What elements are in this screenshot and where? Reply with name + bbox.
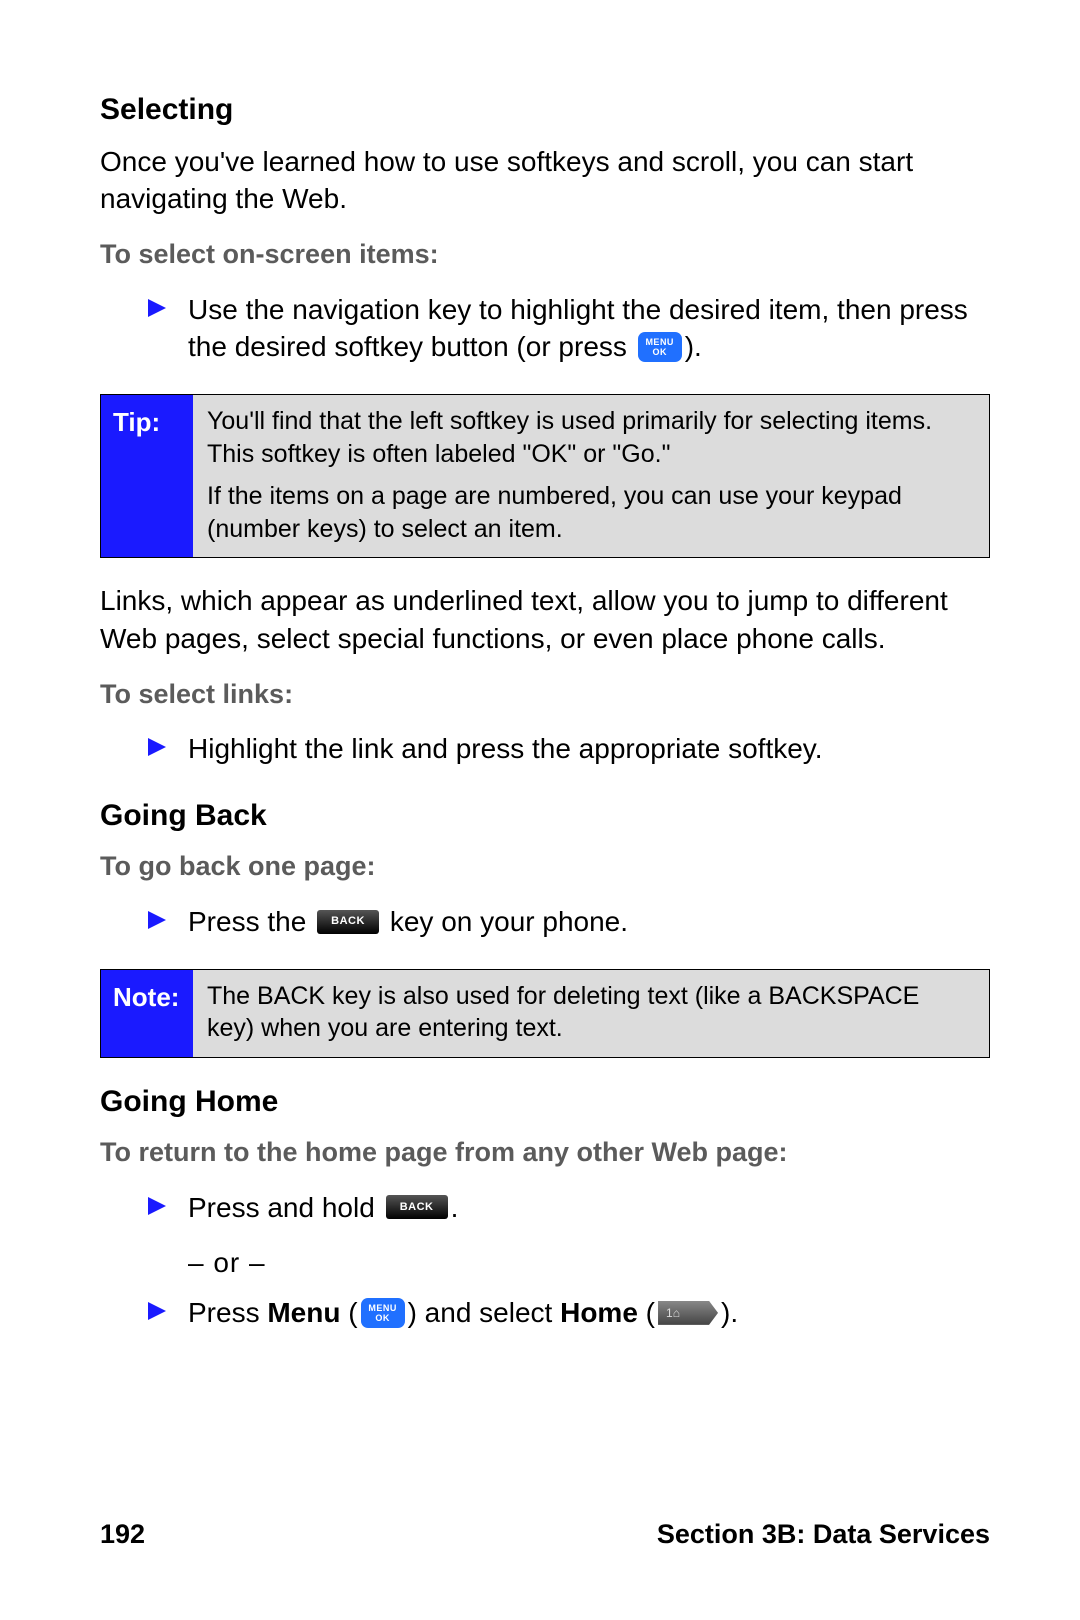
- back-key-icon: BACK: [386, 1195, 448, 1219]
- subhead-select-items: To select on-screen items:: [100, 236, 990, 272]
- tip-label: Tip:: [101, 395, 193, 557]
- tip-body: You'll find that the left softkey is use…: [193, 395, 989, 557]
- subhead-go-home: To return to the home page from any othe…: [100, 1134, 990, 1170]
- note-callout: Note: The BACK key is also used for dele…: [100, 969, 990, 1058]
- bullet-home-2: Press Menu (MENUOK) and select Home ().: [100, 1294, 990, 1332]
- bullet-triangle-icon: [148, 738, 166, 768]
- or-separator: – or –: [188, 1244, 990, 1282]
- bullet-triangle-icon: [148, 299, 166, 367]
- subhead-go-back: To go back one page:: [100, 848, 990, 884]
- heading-selecting: Selecting: [100, 90, 990, 131]
- page-number: 192: [100, 1516, 145, 1552]
- bullet-text: Press Menu (MENUOK) and select Home ().: [188, 1294, 990, 1332]
- menu-ok-key-icon: MENUOK: [361, 1298, 405, 1328]
- tip-callout: Tip: You'll find that the left softkey i…: [100, 394, 990, 558]
- menu-ok-key-icon: MENUOK: [638, 332, 682, 362]
- heading-going-home: Going Home: [100, 1082, 990, 1123]
- subhead-select-links: To select links:: [100, 676, 990, 712]
- paragraph-links: Links, which appear as underlined text, …: [100, 582, 990, 658]
- bullet-home-1: Press and hold BACK. – or –: [100, 1189, 990, 1283]
- heading-going-back: Going Back: [100, 796, 990, 837]
- page-footer: 192 Section 3B: Data Services: [100, 1516, 990, 1552]
- bullet-select-items: Use the navigation key to highlight the …: [100, 291, 990, 367]
- section-label: Section 3B: Data Services: [657, 1516, 990, 1552]
- bullet-go-back: Press the BACK key on your phone.: [100, 903, 990, 941]
- bullet-select-links: Highlight the link and press the appropr…: [100, 730, 990, 768]
- home-key-icon: [658, 1301, 718, 1325]
- bullet-triangle-icon: [148, 911, 166, 941]
- bullet-triangle-icon: [148, 1197, 166, 1283]
- note-body: The BACK key is also used for deleting t…: [193, 970, 989, 1057]
- note-label: Note:: [101, 970, 193, 1057]
- bullet-text: Press the BACK key on your phone.: [188, 903, 990, 941]
- paragraph-intro: Once you've learned how to use softkeys …: [100, 143, 990, 219]
- bullet-text: Press and hold BACK. – or –: [188, 1189, 990, 1283]
- bullet-text: Highlight the link and press the appropr…: [188, 730, 990, 768]
- bullet-text: Use the navigation key to highlight the …: [188, 291, 990, 367]
- back-key-icon: BACK: [317, 910, 379, 934]
- bullet-triangle-icon: [148, 1302, 166, 1332]
